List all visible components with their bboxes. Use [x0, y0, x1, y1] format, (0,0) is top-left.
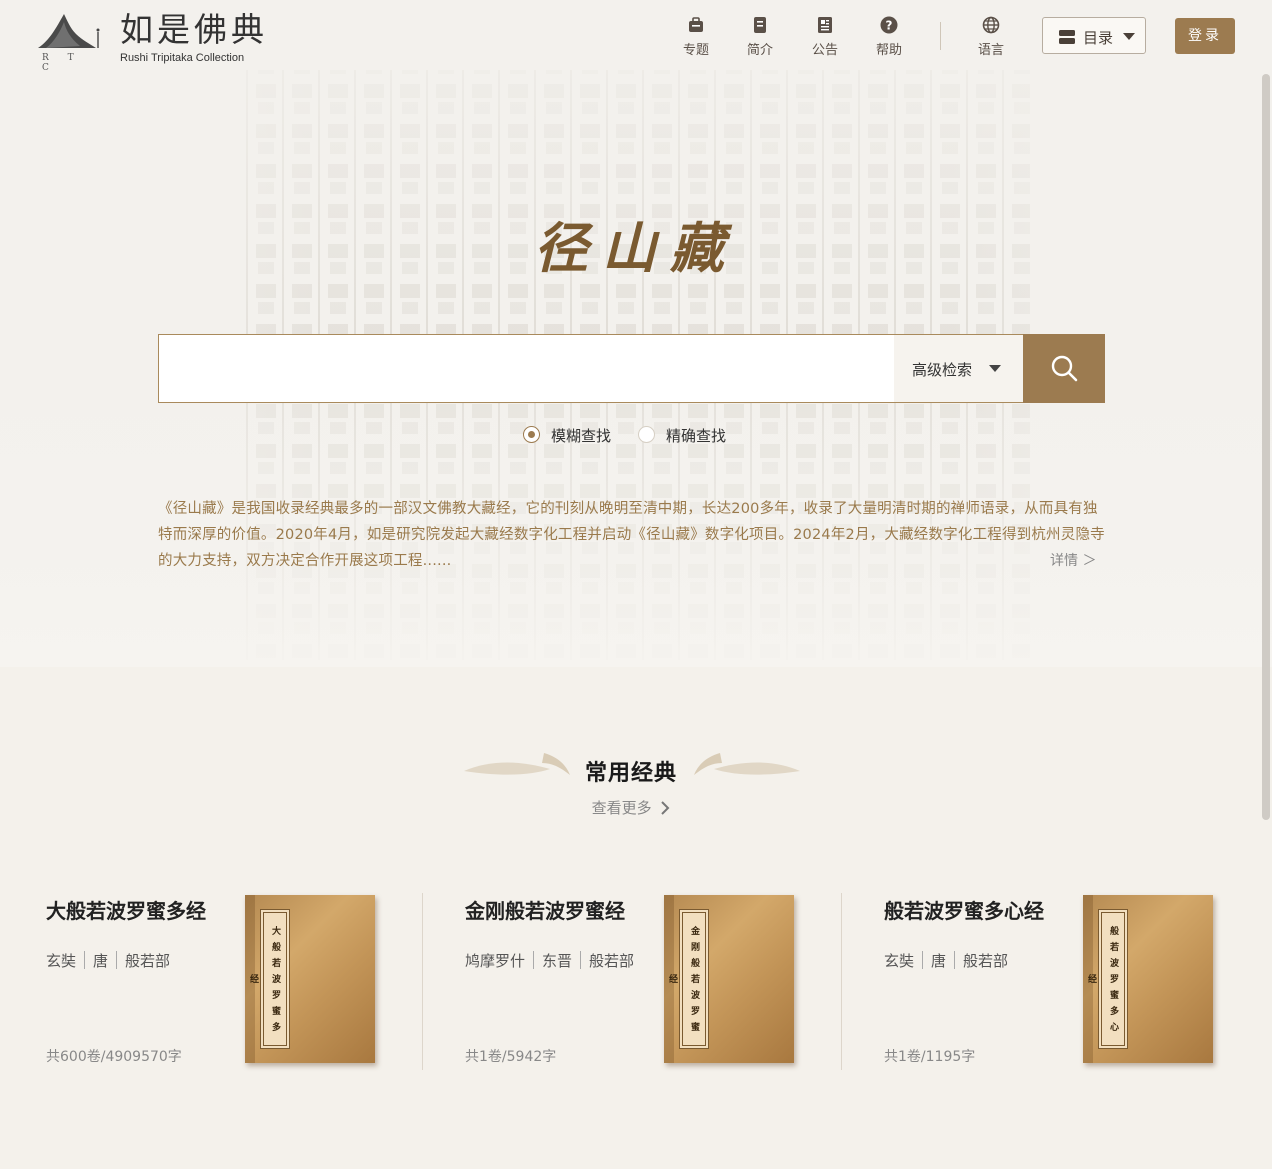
radio-checked-icon	[523, 426, 540, 443]
site-logo[interactable]: R T C 如是佛典 Rushi Tripitaka Collection	[36, 8, 276, 73]
catalog-label: 目录	[1083, 29, 1114, 47]
scripture-dynasty: 唐	[93, 952, 109, 970]
scripture-category: 般若部	[963, 952, 1009, 970]
scripture-author: 玄奘	[46, 952, 77, 970]
exact-search-label: 精确查找	[666, 427, 727, 445]
nav-notice[interactable]: 公告	[803, 16, 847, 60]
scripture-count: 共1卷/1195字	[884, 1049, 976, 1065]
scripture-cover: 般若波罗蜜多心经	[1083, 895, 1213, 1063]
fuzzy-search-label: 模糊查找	[551, 427, 612, 445]
card-divider	[841, 893, 842, 1070]
scripture-cover: 金刚般若波罗蜜经	[664, 895, 794, 1063]
intro-icon	[754, 17, 766, 33]
scripture-dynasty: 唐	[931, 952, 947, 970]
chevron-right-icon	[661, 801, 670, 815]
nav-topics-label: 专题	[682, 43, 709, 58]
hero-section: 径山藏 高级检索 模糊查找 精确查找 《径山藏》是我国收录经典最多的一部汉文佛教…	[0, 0, 1272, 667]
scripture-meta: 鸠摩罗什 东晋 般若部	[465, 951, 637, 972]
nav-intro-label: 简介	[746, 43, 773, 58]
scripture-title: 金刚般若波罗蜜经	[465, 899, 625, 923]
logo-title: 如是佛典	[120, 10, 268, 49]
nav-intro[interactable]: 简介	[738, 16, 782, 60]
intro-details-link[interactable]: 详情 ＞	[1050, 550, 1096, 570]
scripture-count: 共1卷/5942字	[465, 1049, 557, 1065]
card-divider	[422, 893, 423, 1070]
svg-text:?: ?	[886, 19, 893, 33]
scripture-cover: 大般若波罗蜜多经	[245, 895, 375, 1063]
scripture-author: 玄奘	[884, 952, 915, 970]
scripture-card[interactable]: 般若波罗蜜多心经 玄奘唐般若部 共1卷/1195字 般若波罗蜜多心经	[884, 895, 1224, 1070]
site-header: R T C 如是佛典 Rushi Tripitaka Collection 专题…	[0, 0, 1272, 74]
scripture-card[interactable]: 金刚般若波罗蜜经 鸠摩罗什 东晋 般若部 共1卷/5942字 金刚般若波罗蜜经	[465, 895, 805, 1070]
globe-icon	[982, 16, 1000, 34]
advanced-search-dropdown[interactable]: 高级检索	[894, 335, 1023, 402]
scripture-category: 般若部	[589, 952, 635, 970]
nav-language-label: 语言	[977, 43, 1004, 58]
caret-down-icon	[1123, 33, 1135, 40]
view-more-label: 查看更多	[591, 799, 652, 817]
collection-intro-text: 《径山藏》是我国收录经典最多的一部汉文佛教大藏经，它的刊刻从晚明至清中期，长达2…	[158, 501, 1105, 569]
catalog-icon	[1059, 30, 1075, 44]
scripture-card[interactable]: 大般若波罗蜜多经 玄奘唐般若部 共600卷/4909570字 大般若波罗蜜多经	[46, 895, 386, 1070]
nav-help[interactable]: ? 帮助	[867, 16, 911, 60]
help-icon: ?	[880, 16, 898, 34]
scripture-meta: 玄奘唐般若部	[46, 951, 226, 972]
scripture-author: 鸠摩罗什	[465, 952, 526, 970]
notice-icon	[818, 17, 832, 33]
login-button[interactable]: 登录	[1175, 18, 1235, 54]
scripture-title: 般若波罗蜜多心经	[884, 899, 1044, 923]
cover-label: 大般若波罗蜜多经	[248, 909, 290, 1049]
cover-label: 般若波罗蜜多心经	[1086, 909, 1128, 1049]
cover-label: 金刚般若波罗蜜经	[667, 909, 709, 1049]
scripture-meta: 玄奘唐般若部	[884, 951, 1064, 972]
search-button[interactable]	[1023, 334, 1105, 403]
search-icon	[1051, 355, 1078, 382]
search-input[interactable]	[159, 335, 893, 402]
nav-language[interactable]: 语言	[969, 16, 1013, 60]
cover-title: 金刚般若波罗蜜经	[667, 912, 706, 1046]
topic-icon	[689, 17, 703, 32]
cover-title: 般若波罗蜜多心经	[1086, 912, 1125, 1046]
nav-notice-label: 公告	[811, 43, 838, 58]
logo-subtitle: Rushi Tripitaka Collection	[120, 52, 245, 64]
cover-title: 大般若波罗蜜多经	[248, 912, 287, 1046]
page-scrollbar[interactable]	[1262, 74, 1270, 820]
scripture-dynasty: 东晋	[542, 952, 573, 970]
view-more-link[interactable]: 查看更多	[0, 797, 1262, 818]
radio-unchecked-icon	[638, 426, 655, 443]
nav-divider	[940, 22, 941, 50]
scripture-title: 大般若波罗蜜多经	[46, 899, 206, 923]
scripture-count: 共600卷/4909570字	[46, 1049, 182, 1065]
advanced-search-label: 高级检索	[912, 361, 973, 379]
nav-topics[interactable]: 专题	[674, 16, 718, 60]
section-title: 常用经典	[584, 761, 677, 786]
collection-title: 径山藏	[534, 216, 738, 280]
caret-down-icon	[989, 365, 1001, 372]
logo-rtc-text: R T C	[42, 53, 82, 73]
nav-help-label: 帮助	[875, 43, 902, 58]
catalog-dropdown-button[interactable]: 目录	[1042, 17, 1146, 54]
mountain-logo-icon	[38, 14, 100, 48]
search-box: 高级检索	[158, 334, 1105, 403]
scripture-category: 般若部	[125, 952, 171, 970]
